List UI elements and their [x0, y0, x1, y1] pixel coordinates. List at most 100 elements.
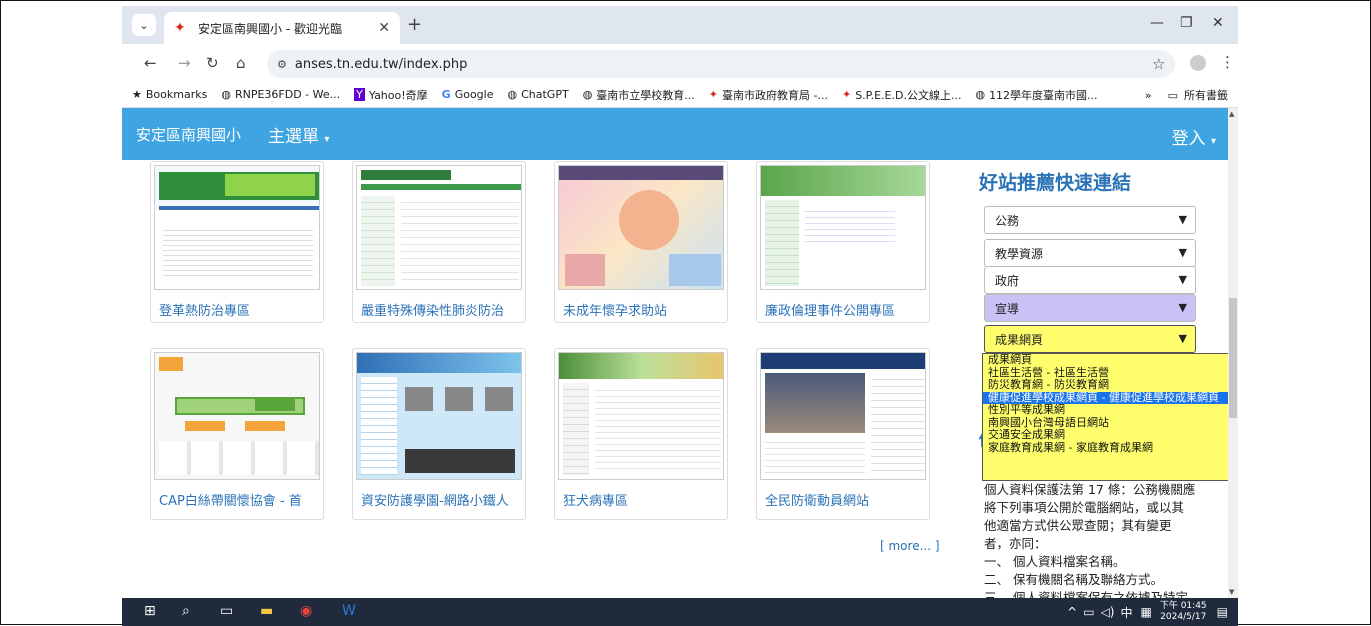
chevron-down-icon: ▼	[1178, 332, 1187, 345]
link-label: 嚴重特殊傳染性肺炎防治	[361, 304, 505, 319]
privacy-line: 他適當方式供公眾查閱；其有變更	[984, 518, 1172, 533]
address-bar[interactable]: ⚙ anses.tn.edu.tw/index.php	[267, 50, 1175, 78]
bookmark-item[interactable]: ◍ ChatGPT	[507, 88, 568, 101]
tab-close-icon[interactable]: ✕	[378, 20, 390, 36]
word-icon[interactable]: W	[342, 603, 356, 619]
network-icon[interactable]: ▭	[1083, 605, 1094, 619]
link-card[interactable]: 廉政倫理事件公開專區	[756, 161, 930, 323]
privacy-notice: 個人資料保護法第 17 條：公務機關應 將下列事項公開於電腦網站，或以其 他適當…	[984, 481, 1204, 598]
bookmark-item[interactable]: ◍ RNPE36FDD - We...	[221, 88, 340, 101]
clock-time: 下午 01:45	[1159, 601, 1207, 611]
search-icon[interactable]: ⌕	[182, 603, 190, 619]
screen-frame: ⌄ ✦ 安定區南興國小 - 歡迎光臨 ✕ + — ❐ ✕ ← → ↻ ⌂ ⚙ a…	[0, 0, 1371, 626]
all-bookmarks-link[interactable]: 所有書籤	[1184, 87, 1228, 103]
dropdown-option[interactable]: 成果網頁	[983, 353, 1237, 367]
ime-indicator[interactable]: 中	[1120, 604, 1132, 621]
category-select-public[interactable]: 公務 ▼	[984, 206, 1196, 234]
link-card[interactable]: 登革熱防治專區	[150, 161, 324, 323]
clock[interactable]: 下午 01:45 2024/5/17	[1160, 601, 1207, 623]
thumbnail-image	[558, 352, 724, 480]
page-scrollbar[interactable]: ▲ ▼	[1228, 108, 1238, 598]
site-brand-link[interactable]: 安定區南興國小	[136, 124, 241, 145]
window-close-icon[interactable]: ✕	[1212, 15, 1224, 31]
school-icon: ✦	[841, 88, 852, 101]
task-view-icon[interactable]: ▭	[220, 603, 233, 619]
thumbnail-image	[356, 352, 522, 480]
minimize-icon[interactable]: —	[1150, 15, 1164, 31]
bookmark-star-icon[interactable]: ☆	[1152, 55, 1165, 73]
bookmark-item[interactable]: ★ Bookmarks	[132, 88, 207, 101]
home-icon[interactable]: ⌂	[236, 54, 246, 72]
thumbnail-image	[154, 352, 320, 480]
tab-strip: ⌄ ✦ 安定區南興國小 - 歡迎光臨 ✕ + — ❐ ✕	[122, 6, 1238, 44]
category-select-advocacy[interactable]: 宣導 ▼	[984, 294, 1196, 322]
privacy-line: 將下列事項公開於電腦網站，或以其	[984, 500, 1185, 515]
thumbnail-image	[356, 165, 522, 290]
link-label: 全民防衛動員網站	[765, 494, 870, 509]
browser-tab[interactable]: ✦ 安定區南興國小 - 歡迎光臨 ✕	[164, 12, 400, 44]
new-tab-button[interactable]: +	[407, 14, 422, 35]
link-card[interactable]: CAP白絲帶關懷協會 - 首	[150, 348, 324, 520]
scrollbar-thumb[interactable]	[1229, 298, 1237, 418]
link-card[interactable]: 資安防護學園-網路小鐵人	[352, 348, 526, 520]
bookmarks-overflow-button[interactable]: »	[1145, 89, 1152, 102]
reload-icon[interactable]: ↻	[206, 54, 219, 72]
notification-icon[interactable]: ▤	[1217, 605, 1228, 619]
link-card[interactable]: 狂犬病專區	[554, 348, 728, 520]
dropdown-option[interactable]: 防災教育網 - 防災教育網	[983, 378, 1237, 392]
forward-arrow-icon[interactable]: →	[178, 54, 191, 72]
bookmark-item[interactable]: ✦ S.P.E.E.D.公文線上...	[842, 87, 961, 103]
bookmark-item[interactable]: ◍ 臺南市立學校教育...	[583, 87, 695, 103]
chevron-down-icon: ▼	[1178, 301, 1187, 314]
bookmark-item[interactable]: Y Yahoo!奇摩	[354, 87, 428, 103]
link-card[interactable]: 未成年懷孕求助站	[554, 161, 728, 323]
link-label: 狂犬病專區	[563, 494, 629, 509]
dropdown-option[interactable]: 交通安全成果網	[983, 428, 1237, 442]
thumbnail-image	[558, 165, 724, 290]
thumbnail-image	[760, 352, 926, 480]
main-menu-dropdown[interactable]: 主選單 ▾	[268, 122, 329, 147]
site-navbar: 安定區南興國小 主選單 ▾ 登入 ▾	[122, 108, 1228, 160]
bookmarks-right: » ▭ 所有書籤	[1145, 87, 1228, 103]
login-dropdown[interactable]: 登入 ▾	[1172, 124, 1216, 149]
scroll-down-arrow-icon[interactable]: ▼	[1229, 588, 1234, 596]
link-label: CAP白絲帶關懷協會 - 首	[159, 494, 302, 509]
link-card[interactable]: 嚴重特殊傳染性肺炎防治	[352, 161, 526, 323]
windows-start-icon[interactable]: ⊞	[144, 603, 156, 619]
link-card[interactable]: 全民防衛動員網站	[756, 348, 930, 520]
file-explorer-icon[interactable]: ▬	[260, 603, 273, 619]
thumbnail-image	[760, 165, 926, 290]
privacy-line: 個人資料保護法第 17 條：公務機關應	[984, 482, 1196, 497]
chevron-down-icon: ▼	[1178, 246, 1187, 259]
category-select-government[interactable]: 政府 ▼	[984, 266, 1196, 294]
category-select-results[interactable]: 成果網頁 ▼	[984, 325, 1196, 353]
sidebar-title: 好站推薦快速連結	[979, 172, 1132, 194]
category-select-teaching[interactable]: 教學資源 ▼	[984, 239, 1196, 267]
dropdown-option[interactable]: 性別平等成果網	[983, 403, 1237, 417]
bookmark-item[interactable]: ✦ 臺南市政府教育局 -...	[709, 87, 828, 103]
globe-icon: ◍	[221, 88, 231, 101]
bookmark-item[interactable]: ◍ 112學年度臺南市國...	[975, 87, 1097, 103]
back-arrow-icon[interactable]: ←	[144, 54, 157, 72]
clock-date: 2024/5/17	[1160, 612, 1207, 622]
privacy-line: 三、 個人資料檔案保有之依據及特定	[984, 590, 1188, 598]
ime-mode-icon[interactable]: ▦	[1141, 605, 1152, 619]
privacy-line: 二、 保有機關名稱及聯絡方式。	[984, 572, 1163, 587]
scroll-up-arrow-icon[interactable]: ▲	[1229, 110, 1234, 118]
dropdown-option[interactable]: 家庭教育成果網 - 家庭教育成果網	[983, 441, 1237, 455]
menu-kebab-icon[interactable]: ⋮	[1220, 53, 1235, 71]
more-link[interactable]: [ more... ]	[880, 539, 940, 553]
restore-icon[interactable]: ❐	[1180, 15, 1193, 31]
profile-avatar-icon[interactable]	[1190, 55, 1206, 71]
tray-overflow-icon[interactable]: ^	[1067, 605, 1077, 619]
globe-icon: ◍	[975, 88, 986, 101]
login-label: 登入	[1171, 129, 1206, 149]
thumbnail-image	[154, 165, 320, 290]
google-icon: G	[441, 88, 451, 101]
volume-icon[interactable]: ◁)	[1101, 605, 1115, 619]
site-info-icon[interactable]: ⚙	[277, 58, 287, 71]
globe-icon: ◍	[507, 88, 518, 101]
tab-search-chevron-icon[interactable]: ⌄	[132, 14, 156, 36]
bookmark-item[interactable]: G Google	[442, 88, 494, 101]
chrome-icon[interactable]: ◉	[300, 603, 312, 619]
